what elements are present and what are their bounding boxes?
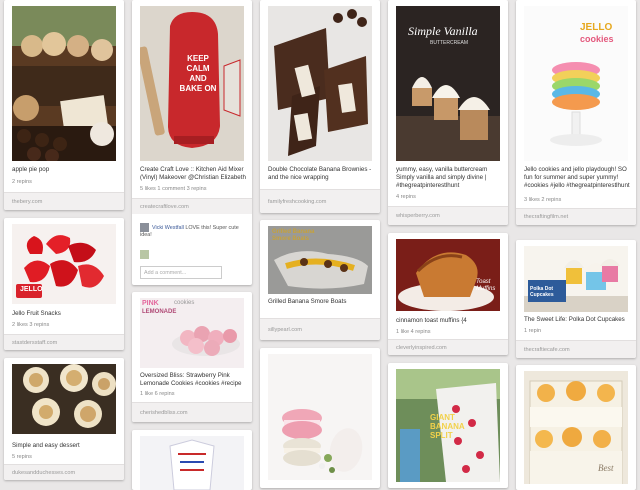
cookies-title-text: cookies bbox=[580, 34, 614, 44]
pin-source[interactable]: dukesandduchesses.com bbox=[4, 464, 124, 480]
cookies-text: cookies bbox=[174, 300, 195, 306]
pin-source[interactable]: thebery.com bbox=[4, 192, 124, 210]
giant-text: GIANT bbox=[430, 413, 455, 422]
pin-stats: 5 likes 1 comment 3 repins bbox=[140, 186, 207, 192]
pin-description: Jello Fruit Snacks bbox=[12, 310, 61, 317]
pin-source[interactable]: cherishedbliss.com bbox=[132, 402, 252, 422]
pin-description: Grilled Banana Smore Boats bbox=[268, 298, 347, 305]
pin-image[interactable]: Simple Vanilla BUTTERCREAM bbox=[396, 6, 500, 161]
pin-description: Oversized Bliss: Strawberry Pink Lemonad… bbox=[140, 372, 242, 387]
pin-image[interactable]: Polka Dot Cupcakes bbox=[524, 246, 628, 312]
pin-polka-dot-cupcakes[interactable]: Polka Dot Cupcakes The Sweet Life: Polka… bbox=[516, 240, 636, 358]
pin-image[interactable] bbox=[12, 364, 116, 434]
lemonade-text: LEMONADE bbox=[142, 309, 177, 315]
smore-title-text: Grilled Banana Smore Boats bbox=[272, 229, 315, 242]
pin-image[interactable] bbox=[268, 6, 372, 161]
pin-description: Double Chocolate Banana Brownies - and t… bbox=[268, 166, 372, 181]
pin-source[interactable]: sillypearl.com bbox=[260, 318, 380, 340]
pin-red-white-blue[interactable] bbox=[132, 430, 252, 490]
pin-description: Create Craft Love :: Kitchen Aid Mixer (… bbox=[140, 166, 246, 181]
pin-stats: 5 repins bbox=[12, 454, 32, 460]
pin-image[interactable] bbox=[140, 436, 244, 490]
pin-image[interactable]: JELLO cookies bbox=[524, 6, 628, 161]
pin-stats: 4 repins bbox=[396, 194, 416, 200]
pin-image[interactable]: Toast Muffins bbox=[396, 239, 500, 311]
pin-apple-pie-pop[interactable]: apple pie pop 2 repins thebery.com bbox=[4, 0, 124, 210]
pin-image[interactable]: KEEP CALM AND BAKE ON bbox=[140, 6, 244, 161]
pin-comment: Vicki Westfall LOVE this! Super cute ide… bbox=[140, 223, 246, 238]
pin-banana-smore-boats[interactable]: Grilled Banana Smore Boats Grilled Banan… bbox=[260, 220, 380, 340]
keep-calm-text: KEEP CALM AND BAKE ON bbox=[179, 54, 217, 93]
pin-cinnamon-toast-muffins[interactable]: Toast Muffins cinnamon toast muffins {4 … bbox=[388, 233, 508, 355]
pin-description: Simple and easy dessert bbox=[12, 442, 80, 449]
toast-muffins-text: Toast Muffins bbox=[476, 279, 496, 292]
pin-macarons[interactable] bbox=[260, 348, 380, 488]
pin-image[interactable] bbox=[268, 354, 372, 480]
pin-source[interactable]: createcraftlove.com bbox=[132, 198, 252, 214]
pin-source[interactable]: familyfreshcooking.com bbox=[260, 189, 380, 213]
pin-stats: 3 likes 2 repins bbox=[524, 197, 562, 203]
banana-text: BANANA bbox=[430, 422, 465, 431]
pin-description: The Sweet Life: Polka Dot Cupcakes bbox=[524, 316, 625, 323]
pin-source[interactable]: thecraftiecafe.com bbox=[516, 340, 636, 358]
pin-image[interactable] bbox=[12, 6, 116, 161]
pin-image[interactable]: JELLO bbox=[12, 224, 116, 304]
buttercream-subtitle: BUTTERCREAM bbox=[430, 40, 469, 46]
pin-image[interactable]: Best bbox=[524, 371, 628, 484]
comment-form bbox=[140, 250, 246, 259]
pin-description: yummy, easy, vanilla buttercream Simply … bbox=[396, 166, 488, 189]
pin-source[interactable]: whisperberry.com bbox=[388, 206, 508, 225]
pin-simple-vanilla[interactable]: Simple Vanilla BUTTERCREAM yummy, easy, … bbox=[388, 0, 508, 225]
pin-description: Jello cookies and jello playdough! SO fu… bbox=[524, 166, 630, 189]
split-text: SPLIT bbox=[430, 431, 453, 440]
pin-stats: 1 like 4 repins bbox=[396, 329, 431, 335]
pin-image[interactable]: GIANT BANANA SPLIT bbox=[396, 369, 500, 482]
trifle-overlay-text: Best bbox=[598, 463, 614, 473]
pin-description: cinnamon toast muffins {4 bbox=[396, 317, 467, 324]
pin-description: apple pie pop bbox=[12, 166, 50, 173]
pin-source[interactable]: stastdersstaff.com bbox=[4, 334, 124, 350]
pin-source[interactable]: cleverlyinspired.com bbox=[388, 339, 508, 355]
avatar-icon[interactable] bbox=[140, 223, 149, 232]
pin-trifle[interactable]: Best bbox=[516, 365, 636, 490]
polka-dot-text: Polka Dot Cupcakes bbox=[530, 286, 554, 298]
pin-giant-banana-split[interactable]: GIANT BANANA SPLIT bbox=[388, 363, 508, 488]
pin-jello-fruit-snacks[interactable]: JELLO Jello Fruit Snacks 2 likes 3 repin… bbox=[4, 218, 124, 350]
pin-stats: 1 repin bbox=[524, 328, 542, 334]
pin-stats: 2 repins bbox=[12, 179, 32, 185]
pin-banana-brownies[interactable]: Double Chocolate Banana Brownies - and t… bbox=[260, 0, 380, 213]
pin-jello-cookies[interactable]: JELLO cookies Jello cookies and jello pl… bbox=[516, 0, 636, 225]
comment-input[interactable]: Add a comment... bbox=[140, 266, 222, 279]
pin-pink-lemonade-cookies[interactable]: PINK LEMONADE cookies Oversized Bliss: S… bbox=[132, 292, 252, 422]
jello-brand-text: JELLO bbox=[20, 286, 43, 293]
pin-simple-dessert[interactable]: Simple and easy dessert 5 repins dukesan… bbox=[4, 358, 124, 480]
pin-stats: 1 like 6 repins bbox=[140, 391, 175, 397]
pin-source[interactable]: thecraftingfilm.net bbox=[516, 208, 636, 225]
pink-text: PINK bbox=[142, 300, 159, 307]
simple-vanilla-title: Simple Vanilla bbox=[408, 24, 478, 38]
jello-title-text: JELLO bbox=[580, 22, 613, 33]
comment-author[interactable]: Vicki Westfall bbox=[152, 225, 184, 231]
pin-keep-calm-bake-on[interactable]: KEEP CALM AND BAKE ON Create Craft Love … bbox=[132, 0, 252, 285]
pin-stats: 2 likes 3 repins bbox=[12, 322, 50, 328]
avatar-icon bbox=[140, 250, 149, 259]
pin-image[interactable]: Grilled Banana Smore Boats bbox=[268, 226, 372, 294]
pin-image[interactable]: PINK LEMONADE cookies bbox=[140, 298, 244, 368]
